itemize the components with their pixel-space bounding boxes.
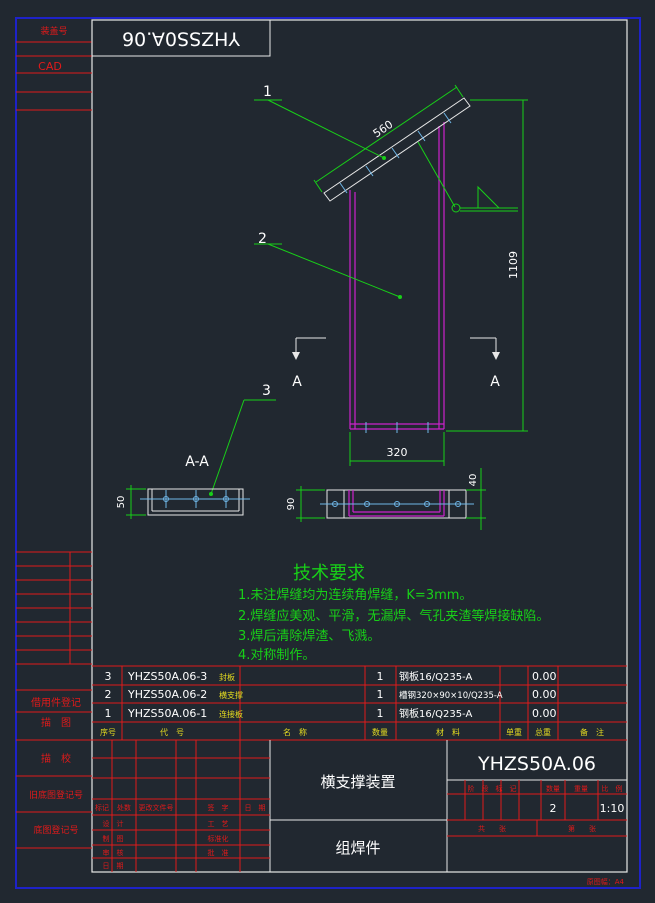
bom-header-cell: 序号 — [100, 727, 116, 737]
signature-label: 标准化 — [208, 834, 229, 843]
bom-row-no: 3 — [105, 670, 112, 683]
signature-label: 审 核 — [103, 848, 124, 857]
dimension-lines — [210, 84, 528, 495]
bom-row-material: 钢板16/Q235-A — [399, 707, 472, 720]
bom-header-cell: 代 号 — [160, 727, 184, 737]
drawing-number: YHZS50A.06 — [477, 753, 596, 775]
dim-height: 1109 — [507, 251, 520, 279]
balloon-3: 3 — [262, 383, 271, 399]
bom-row-qty: 1 — [377, 670, 384, 683]
tech-req-title: 技术要求 — [293, 563, 365, 584]
bom-row-material: 槽钢320×90×10/Q235-A — [399, 690, 503, 701]
section-aa-dims — [126, 485, 146, 519]
bom-rows: 3 YHZS50A.06-3 封板 1 钢板16/Q235-A 0.00 2 Y… — [105, 670, 557, 720]
revision-header: 处数 — [117, 803, 131, 812]
section-aa-centers — [140, 490, 250, 508]
tech-req-line-2: 2.焊缝应美观、平滑，无漏焊、气孔夹渣等焊接缺陷。 — [238, 608, 549, 624]
stage-header: 阶 段 标 记 — [468, 784, 517, 793]
bom-row-no: 2 — [105, 688, 112, 701]
bom-row-material: 钢板16/Q235-A — [399, 670, 472, 683]
tech-req-line-4: 4.对称制作。 — [238, 648, 315, 663]
bom-row-qty: 1 — [377, 688, 384, 701]
left-strip-reg: 底图登记号 — [33, 824, 78, 836]
dim-section-small: 50 — [116, 496, 127, 509]
stage-headers: 阶 段 标 记 数量 重量 比 例 — [468, 784, 623, 793]
left-strip-old-reg: 旧底图登记号 — [29, 789, 83, 801]
tech-req-line-1: 1.未注焊缝均为连续角焊缝，K=3mm。 — [238, 587, 472, 603]
signature-label: 工 艺 — [208, 820, 229, 828]
bom-header-cell: 总重 — [535, 727, 551, 737]
signature-label: 制 图 — [103, 834, 124, 843]
left-strip-top — [16, 41, 92, 111]
revision-header: 更改文件号 — [139, 803, 174, 812]
scale-value: 1:10 — [600, 802, 625, 815]
bom-row-code: YHZS50A.06-3 — [127, 670, 207, 683]
dim-section-large: 90 — [286, 498, 297, 511]
stage-header: 比 例 — [602, 784, 623, 793]
mirrored-drawing-no: YHZSS0A.06 — [122, 28, 241, 50]
bom-row-name: 横支撑 — [219, 690, 243, 700]
revision-header: 签 字 — [208, 803, 229, 812]
signature-label: 日 期 — [103, 862, 124, 870]
signature-right: 工 艺 标准化 批 准 — [208, 820, 229, 857]
channel-plan-centers — [320, 501, 474, 507]
signature-label: 批 准 — [208, 848, 229, 857]
signature-label: 设 计 — [103, 819, 124, 828]
bom-row-weight: 0.00 — [532, 688, 557, 701]
revision-header: 日 期 — [245, 804, 266, 812]
dim-width: 320 — [387, 446, 408, 459]
bom-row-code: YHZS50A.06-1 — [127, 707, 207, 720]
section-markers — [295, 337, 497, 353]
balloon-1: 1 — [263, 84, 272, 100]
section-mark-left: A — [292, 374, 302, 390]
bom-row-no: 1 — [105, 707, 112, 720]
section-mark-right: A — [490, 374, 500, 390]
stage-header: 重量 — [574, 785, 588, 793]
section-arrow-right — [492, 352, 500, 360]
bom-header-cell: 备 注 — [580, 727, 604, 737]
paper-size: 原图幅：A4 — [587, 877, 625, 886]
sheet-current: 第 张 — [568, 824, 596, 833]
dim-end: 40 — [468, 474, 479, 487]
bom-row-name: 连接板 — [219, 709, 243, 719]
bom-header-cell: 单重 — [506, 727, 522, 737]
bom-header-cell: 材 料 — [436, 727, 460, 737]
left-strip-check: 描 校 — [41, 752, 71, 765]
sheet-total: 共 张 — [478, 824, 506, 833]
section-arrow-left — [292, 352, 300, 360]
part-subname: 组焊件 — [335, 839, 380, 857]
bom-row-qty: 1 — [377, 707, 384, 720]
plate-bolt-marks — [339, 112, 452, 433]
channel-part — [349, 122, 445, 430]
drawing-canvas: 装盖号 CAD 借用件登记 描 图 描 校 旧底图登记号 底图登记号 YHZSS… — [15, 17, 641, 889]
balloon-2: 2 — [258, 231, 267, 247]
revision-header: 标记 — [95, 803, 109, 812]
left-strip-label-0: 装盖号 — [40, 25, 67, 37]
part-name: 横支撑装置 — [320, 773, 395, 791]
left-strip-borrow: 借用件登记 — [31, 696, 81, 709]
channel-plan-dims — [296, 468, 486, 530]
inner-frame — [91, 19, 628, 873]
stage-header: 数量 — [546, 784, 560, 793]
section-title: A-A — [185, 454, 209, 470]
tech-req-line-3: 3.焊后清除焊渣、飞溅。 — [238, 628, 380, 644]
bom-header-cell: 数量 — [372, 727, 388, 737]
bom-row-name: 封板 — [219, 672, 235, 682]
left-strip-label-1: CAD — [38, 60, 62, 73]
bom-row-weight: 0.00 — [532, 670, 557, 683]
quantity-value: 2 — [550, 802, 557, 815]
bom-row-weight: 0.00 — [532, 707, 557, 720]
bom-header-cell: 名 称 — [283, 727, 307, 737]
inclined-plate — [323, 97, 471, 202]
left-strip-trace: 描 图 — [41, 716, 71, 729]
bom-row-code: YHZS50A.06-2 — [127, 688, 207, 701]
